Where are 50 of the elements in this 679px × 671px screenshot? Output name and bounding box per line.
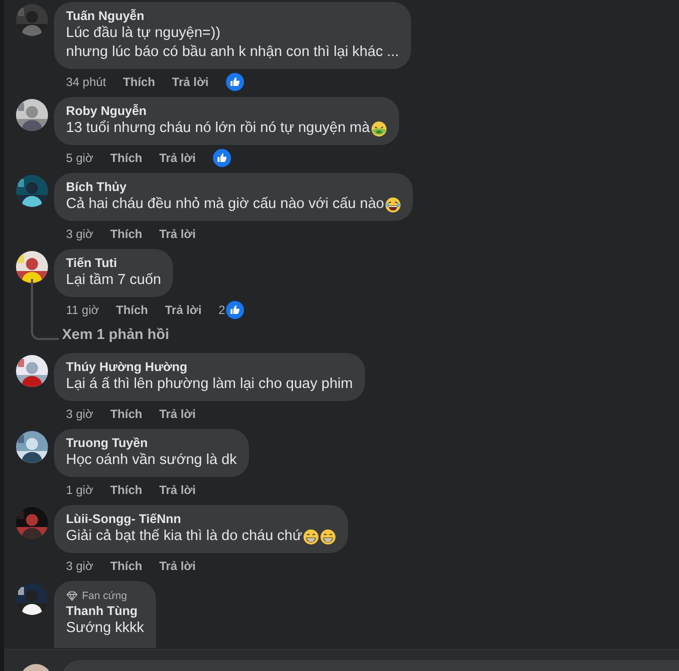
comment-text: 13 tuổi nhưng cháu nó lớn rồi nó tự nguyện mà — [66, 119, 370, 138]
reply-link[interactable]: Trả lời — [159, 483, 196, 497]
comment-time[interactable]: 5 giờ — [66, 151, 94, 165]
comment-time[interactable]: 34 phút — [66, 75, 106, 89]
like-link[interactable]: Thích — [116, 303, 148, 317]
comment-time[interactable]: 1 giờ — [66, 483, 94, 497]
like-link[interactable]: Thích — [110, 151, 142, 165]
reply-connector-line — [31, 279, 59, 340]
badge-label: Fan cứng — [82, 590, 127, 602]
like-link[interactable]: Thích — [110, 483, 142, 497]
thumbs-up-icon[interactable] — [226, 301, 244, 319]
author-name[interactable]: Bích Thủy — [66, 180, 402, 195]
like-link[interactable]: Thích — [110, 407, 142, 421]
grinning-face-icon — [303, 528, 320, 544]
comment-text: Lại tầm 7 cuốn — [66, 271, 162, 290]
laughing-face-icon — [385, 196, 402, 212]
thumbs-up-icon[interactable] — [226, 73, 244, 91]
reply-link[interactable]: Trả lời — [172, 75, 209, 89]
reply-link[interactable]: Trả lời — [159, 559, 196, 573]
sick-face-icon — [370, 120, 387, 136]
author-name[interactable]: Roby Nguyễn — [66, 104, 387, 119]
comment-time[interactable]: 3 giờ — [66, 559, 94, 573]
grinning-face-icon — [320, 528, 336, 544]
comment-text: nhưng lúc báo có bầu anh k nhận con thì lại khác ... — [66, 43, 399, 62]
author-name[interactable]: Thúy Hường Hường — [66, 360, 353, 375]
comment-text: Lúc đầu là tự nguyện=)) — [66, 24, 220, 43]
reply-link[interactable]: Trả lời — [159, 227, 196, 241]
comment-time[interactable]: 11 giờ — [66, 303, 99, 317]
comment-text: Sướng kkkk — [66, 619, 144, 638]
comment-time[interactable]: 3 giờ — [66, 407, 94, 421]
author-name[interactable]: Thanh Tùng — [66, 604, 144, 619]
view-replies-link[interactable]: Xem 1 phản hồi — [62, 327, 170, 343]
like-link[interactable]: Thích — [123, 75, 156, 89]
like-link[interactable]: Thích — [110, 559, 142, 573]
comment-text: Cả hai cháu đều nhỏ mà giờ cấu nào với cấu nào — [66, 195, 384, 214]
comment-text: Học oánh vần sướng là dk — [66, 451, 237, 470]
diamond-icon — [66, 591, 78, 601]
reply-link[interactable]: Trả lời — [159, 407, 196, 421]
thumbs-up-icon[interactable] — [212, 149, 231, 167]
reaction-count: 2 — [218, 303, 226, 317]
author-name[interactable]: Lùii-Songg- TiếNnn — [66, 512, 336, 527]
like-link[interactable]: Thích — [110, 227, 142, 241]
reply-link[interactable]: Trả lời — [159, 151, 196, 165]
author-name[interactable]: Tuấn Nguyễn — [66, 9, 399, 24]
author-name[interactable]: Truong Tuyền — [66, 436, 237, 451]
comment-text: Giải cả bạt thế kia thì là do cháu chứ — [66, 527, 302, 546]
author-name[interactable]: Tiến Tuti — [66, 256, 162, 271]
comment-time[interactable]: 3 giờ — [66, 227, 94, 241]
comment-text: Lại á ấ thì lên phường làm lại cho quay phim — [66, 375, 353, 394]
reply-link[interactable]: Trả lời — [165, 303, 202, 317]
